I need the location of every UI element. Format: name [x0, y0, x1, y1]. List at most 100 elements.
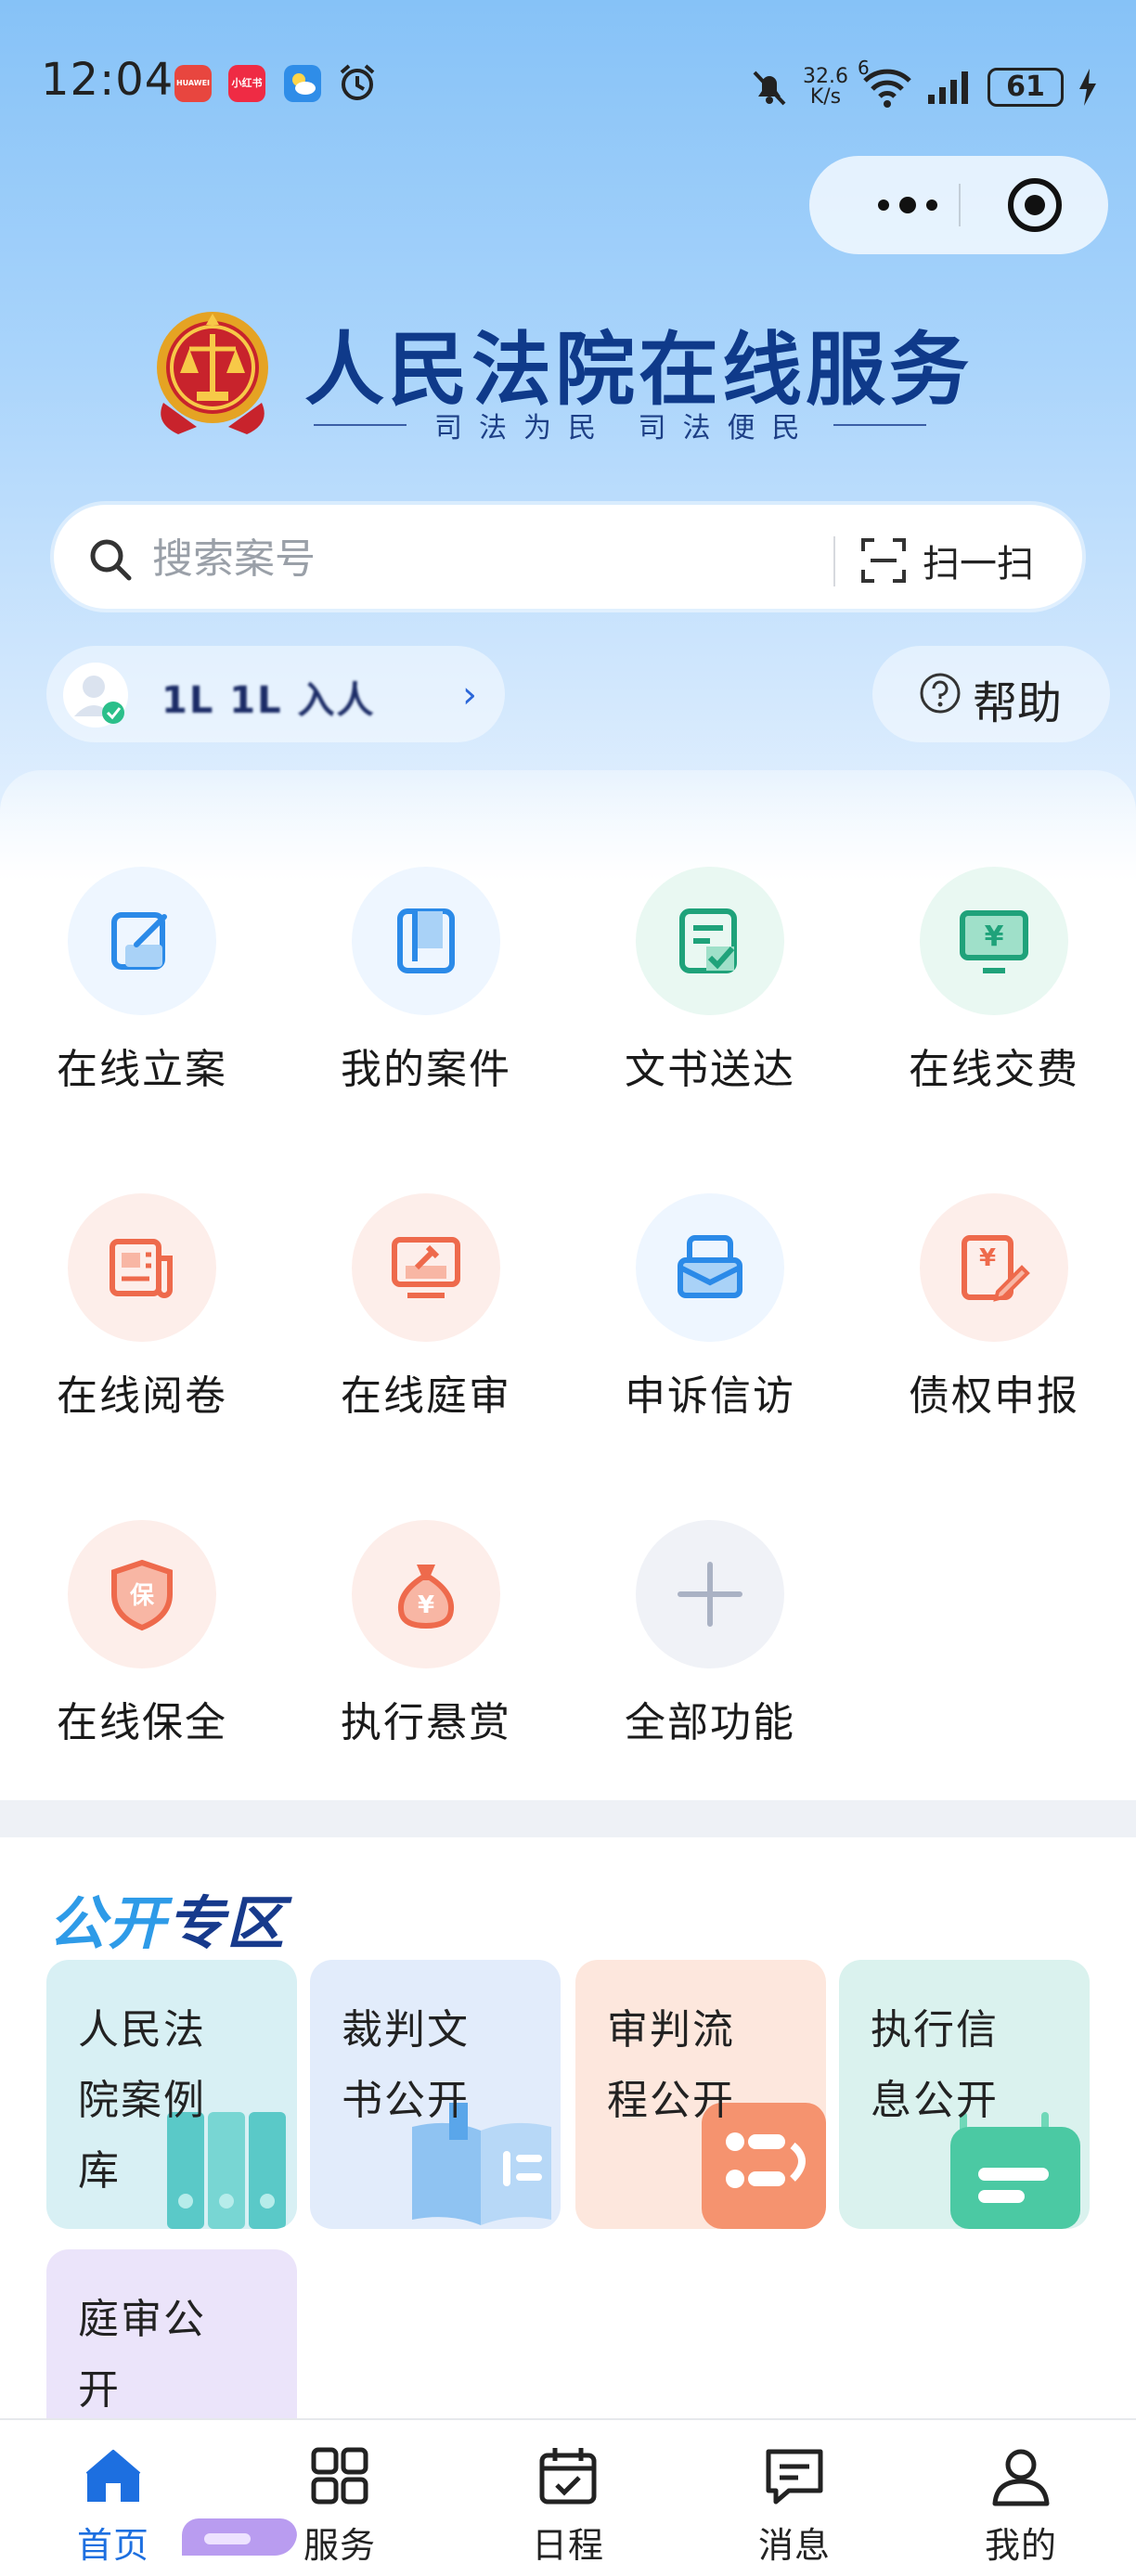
plus-icon: [678, 1562, 742, 1627]
court-emblem-icon: [157, 312, 268, 434]
search-box[interactable]: 扫一扫: [54, 505, 1082, 609]
function-document-delivery[interactable]: 文书送达: [568, 867, 852, 1145]
function-online-file-reading[interactable]: 在线阅卷: [0, 1193, 284, 1472]
tab-schedule[interactable]: 日程: [475, 2420, 661, 2576]
scan-button[interactable]: 扫一扫: [859, 525, 1054, 596]
tile-trial-open-text: 庭审公 开: [78, 2285, 264, 2426]
tile-trial-process-text: 审判流 程公开: [607, 1995, 793, 2136]
slogan-line-left: [314, 424, 407, 426]
function-online-filing[interactable]: 在线立案: [0, 867, 284, 1145]
signal-icon: [928, 71, 968, 104]
online-filing-label: 在线立案: [57, 1046, 227, 1093]
tile-judgment-text: 裁判文 书公开: [342, 1995, 527, 2136]
tile-line: 息公开: [871, 2077, 999, 2124]
grid-icon: [311, 2447, 368, 2505]
shield-icon: 保: [111, 1559, 173, 1631]
hero-background: [0, 0, 1136, 891]
tab-messages[interactable]: 消息: [702, 2420, 887, 2576]
function-claim-declaration[interactable]: ¥ 债权申报: [852, 1193, 1136, 1472]
help-icon: [920, 673, 961, 714]
user-pill[interactable]: 1L 1L 入人 ›: [46, 646, 505, 742]
status-right: 32.6 K/s 6 61: [749, 57, 1099, 115]
function-all-features[interactable]: 全部功能: [568, 1520, 852, 1798]
online-trial-label: 在线庭审: [341, 1372, 511, 1420]
tile-line: 执行信: [871, 2006, 999, 2054]
function-online-trial[interactable]: 在线庭审: [284, 1193, 568, 1472]
all-features-circle: [636, 1520, 784, 1668]
online-payment-circle: ¥: [920, 867, 1068, 1015]
scan-label: 扫一扫: [923, 543, 1034, 586]
petition-label: 申诉信访: [625, 1372, 795, 1420]
tile-case-library[interactable]: 人民法 院案例 库: [46, 1960, 297, 2229]
document-delivery-circle: [636, 867, 784, 1015]
money-bag-icon: ¥: [398, 1565, 454, 1629]
public-zone-title-part2: 专区: [167, 1889, 287, 1957]
tile-line: 裁判文: [342, 2006, 470, 2054]
function-petition[interactable]: 申诉信访: [568, 1193, 852, 1472]
home-icon: [85, 2450, 141, 2502]
tab-mine-label: 我的: [984, 2525, 1057, 2566]
close-target-icon[interactable]: [1004, 174, 1065, 236]
svg-text:¥: ¥: [985, 921, 1004, 953]
file-reading-label: 在线阅卷: [57, 1372, 227, 1420]
slogan-text: 司法为民 司法便民: [434, 412, 817, 444]
help-label: 帮助: [973, 677, 1063, 729]
svg-text:¥: ¥: [418, 1591, 434, 1619]
public-zone-title: 公开专区: [48, 1876, 286, 1960]
tile-line: 庭审公: [78, 2296, 206, 2343]
function-online-preservation[interactable]: 保 在线保全: [0, 1520, 284, 1798]
function-online-payment[interactable]: ¥ 在线交费: [852, 867, 1136, 1145]
huawei-badge-icon: HUAWEI: [174, 65, 212, 102]
my-cases-circle: [352, 867, 500, 1015]
app-title: 人民法院在线服务: [304, 324, 973, 417]
wifi-icon: 6: [858, 57, 913, 109]
mailbox-icon: [678, 1235, 742, 1298]
search-divider: [833, 536, 835, 586]
message-icon: [766, 2449, 823, 2505]
status-time: 12:04: [41, 54, 174, 106]
function-my-cases[interactable]: 我的案件: [284, 867, 568, 1145]
payment-icon: ¥: [960, 910, 1028, 973]
tile-line: 书公开: [342, 2077, 470, 2124]
tile-case-library-text: 人民法 院案例 库: [78, 1995, 264, 2207]
user-name: 1L 1L 入人: [161, 679, 376, 722]
video-screen-icon: [182, 2518, 297, 2556]
network-speed-value: 32.6: [803, 65, 848, 88]
battery-indicator: 61: [988, 68, 1064, 107]
svg-text:¥: ¥: [979, 1244, 996, 1272]
tab-mine[interactable]: 我的: [928, 2420, 1114, 2576]
search-icon: [90, 539, 132, 581]
online-filing-circle: [68, 867, 216, 1015]
scan-icon: [861, 538, 906, 583]
online-trial-circle: [352, 1193, 500, 1342]
petition-circle: [636, 1193, 784, 1342]
svg-text:保: 保: [129, 1582, 155, 1610]
search-input[interactable]: [152, 531, 783, 586]
calendar-icon: [539, 2448, 597, 2505]
tile-execution-info[interactable]: 执行信 息公开: [839, 1960, 1090, 2229]
network-speed: 32.6 K/s: [803, 67, 848, 108]
help-button[interactable]: 帮助: [872, 646, 1110, 742]
document-check-icon: [679, 908, 737, 973]
capsule-divider: [959, 184, 961, 226]
tile-line: 审判流: [607, 2006, 735, 2054]
more-dots-icon[interactable]: [856, 182, 967, 228]
tile-trial-process[interactable]: 审判流 程公开: [575, 1960, 826, 2229]
preservation-circle: 保: [68, 1520, 216, 1668]
function-execution-reward[interactable]: ¥ 执行悬赏: [284, 1520, 568, 1798]
tab-messages-label: 消息: [757, 2525, 831, 2566]
weather-badge-icon: [284, 65, 321, 102]
miniprogram-capsule: [809, 156, 1108, 254]
status-bar: 12:04 HUAWEI 小红书 32.6 K/s 6 61: [0, 46, 1136, 121]
tile-line: 院案例: [78, 2077, 206, 2124]
all-features-label: 全部功能: [625, 1699, 795, 1746]
charging-icon: [1079, 69, 1096, 106]
avatar: [63, 663, 128, 728]
network-speed-unit: K/s: [809, 85, 842, 109]
newspaper-icon: [110, 1239, 173, 1298]
section-divider: [0, 1800, 1136, 1837]
public-zone-title-part1: 公开: [48, 1889, 168, 1957]
claim-declaration-circle: ¥: [920, 1193, 1068, 1342]
tile-judgment-documents[interactable]: 裁判文 书公开: [310, 1960, 561, 2229]
gavel-screen-icon: [392, 1237, 460, 1298]
